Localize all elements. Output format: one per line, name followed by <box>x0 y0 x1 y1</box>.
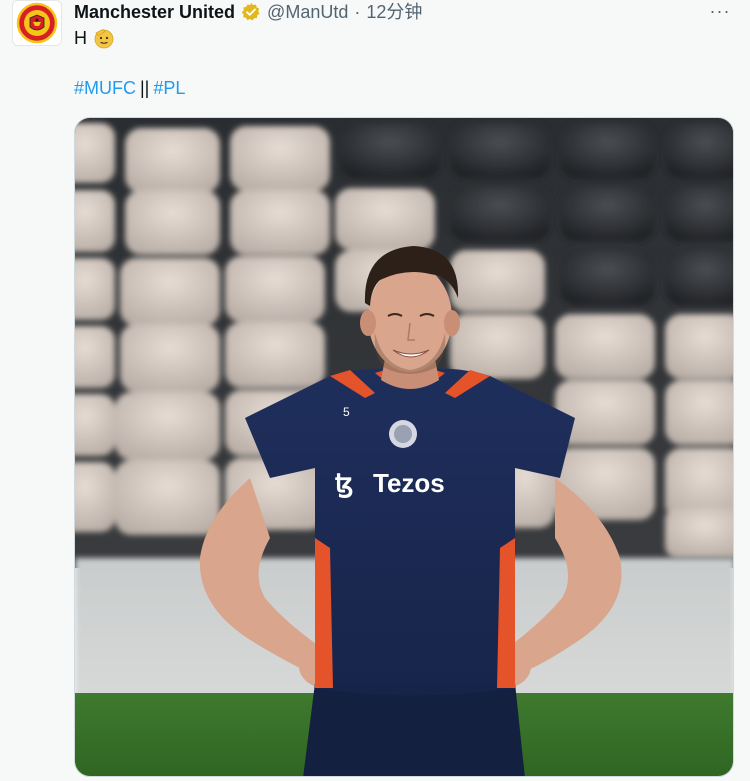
more-options-icon: ··· <box>709 0 731 21</box>
sponsor-text: Tezos <box>373 468 445 498</box>
handle[interactable]: @ManUtd <box>267 0 348 24</box>
more-options-button[interactable]: ··· <box>706 0 734 22</box>
tweet-text-content: H <box>74 28 87 48</box>
hashtag-mufc-link[interactable]: #MUFC <box>74 78 136 98</box>
tweet-card: Manchester United @ManUtd · 12分钟 ··· H #… <box>0 0 750 781</box>
hashtags-line: #MUFC || #PL <box>74 76 185 100</box>
hashtag-pl-link[interactable]: #PL <box>153 78 185 98</box>
player-photo-illustration: 5 ꜩ Tezos <box>75 118 733 776</box>
tweet-photo[interactable]: 5 ꜩ Tezos <box>74 117 734 777</box>
hashtag-separator: || <box>140 78 150 98</box>
shirt-number: 5 <box>343 405 350 419</box>
display-name[interactable]: Manchester United <box>74 0 235 24</box>
svg-text:ꜩ: ꜩ <box>335 468 353 498</box>
manchester-united-crest-icon <box>16 2 58 44</box>
header-separator: · <box>354 2 361 22</box>
timestamp[interactable]: 12分钟 <box>366 0 422 24</box>
tweet-header: Manchester United @ManUtd · 12分钟 <box>74 0 730 24</box>
tweet-text: H <box>74 26 115 50</box>
saluting-face-emoji-icon <box>93 27 115 49</box>
avatar[interactable] <box>12 0 62 46</box>
verified-badge-icon[interactable] <box>241 2 261 22</box>
tezos-sponsor-logo: ꜩ Tezos <box>335 468 445 498</box>
